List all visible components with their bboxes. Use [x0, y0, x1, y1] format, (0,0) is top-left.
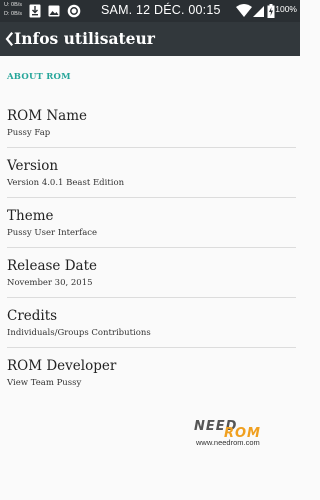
divider: [7, 297, 296, 298]
divider: [7, 147, 296, 148]
battery-icon: [267, 4, 275, 18]
page-title: Infos utilisateur: [14, 29, 155, 48]
image-notification-icon: [48, 5, 60, 17]
download-notification-icon: [29, 4, 41, 18]
wifi-icon: [236, 4, 252, 17]
pref-title: ROM Name: [7, 108, 87, 124]
net-upload-speed: U: 0B/s: [4, 2, 23, 8]
sync-notification-icon: [67, 4, 81, 18]
pref-summary: Pussy User Interface: [7, 228, 98, 238]
signal-icon: [253, 6, 264, 17]
pref-item-theme[interactable]: Theme Pussy User Interface: [0, 208, 300, 258]
pref-item-version[interactable]: Version Version 4.0.1 Beast Edition: [0, 158, 300, 208]
net-download-speed: D: 0B/s: [4, 11, 23, 17]
pref-item-credits[interactable]: Credits Individuals/Groups Contributions: [0, 308, 300, 358]
divider: [7, 247, 296, 248]
section-header: ABOUT ROM: [7, 72, 71, 82]
back-arrow-icon[interactable]: [4, 31, 14, 47]
app-bar: Infos utilisateur: [0, 22, 300, 56]
pref-title: Credits: [7, 308, 58, 324]
pref-title: ROM Developer: [7, 358, 117, 374]
pref-item-rom-developer[interactable]: ROM Developer View Team Pussy: [0, 358, 300, 408]
pref-summary: Pussy Fap: [7, 128, 51, 138]
status-time: SAM. 12 DÉC. 00:15: [101, 3, 221, 17]
pref-item-rom-name[interactable]: ROM Name Pussy Fap: [0, 108, 300, 158]
pref-summary: Individuals/Groups Contributions: [7, 328, 151, 338]
pref-summary: Version 4.0.1 Beast Edition: [7, 178, 125, 188]
divider: [7, 347, 296, 348]
pref-item-release-date[interactable]: Release Date November 30, 2015: [0, 258, 300, 308]
status-bar: U: 0B/s D: 0B/s SAM. 12 DÉC. 00:15 100%: [0, 0, 300, 22]
pref-summary: View Team Pussy: [7, 378, 82, 388]
network-speed: U: 0B/s D: 0B/s: [4, 1, 22, 19]
battery-percent: 100%: [275, 4, 297, 14]
watermark-url: www.needrom.com: [196, 438, 260, 447]
pref-title: Theme: [7, 208, 54, 224]
divider: [7, 197, 296, 198]
pref-title: Release Date: [7, 258, 98, 274]
pref-summary: November 30, 2015: [7, 278, 93, 288]
pref-title: Version: [7, 158, 59, 174]
